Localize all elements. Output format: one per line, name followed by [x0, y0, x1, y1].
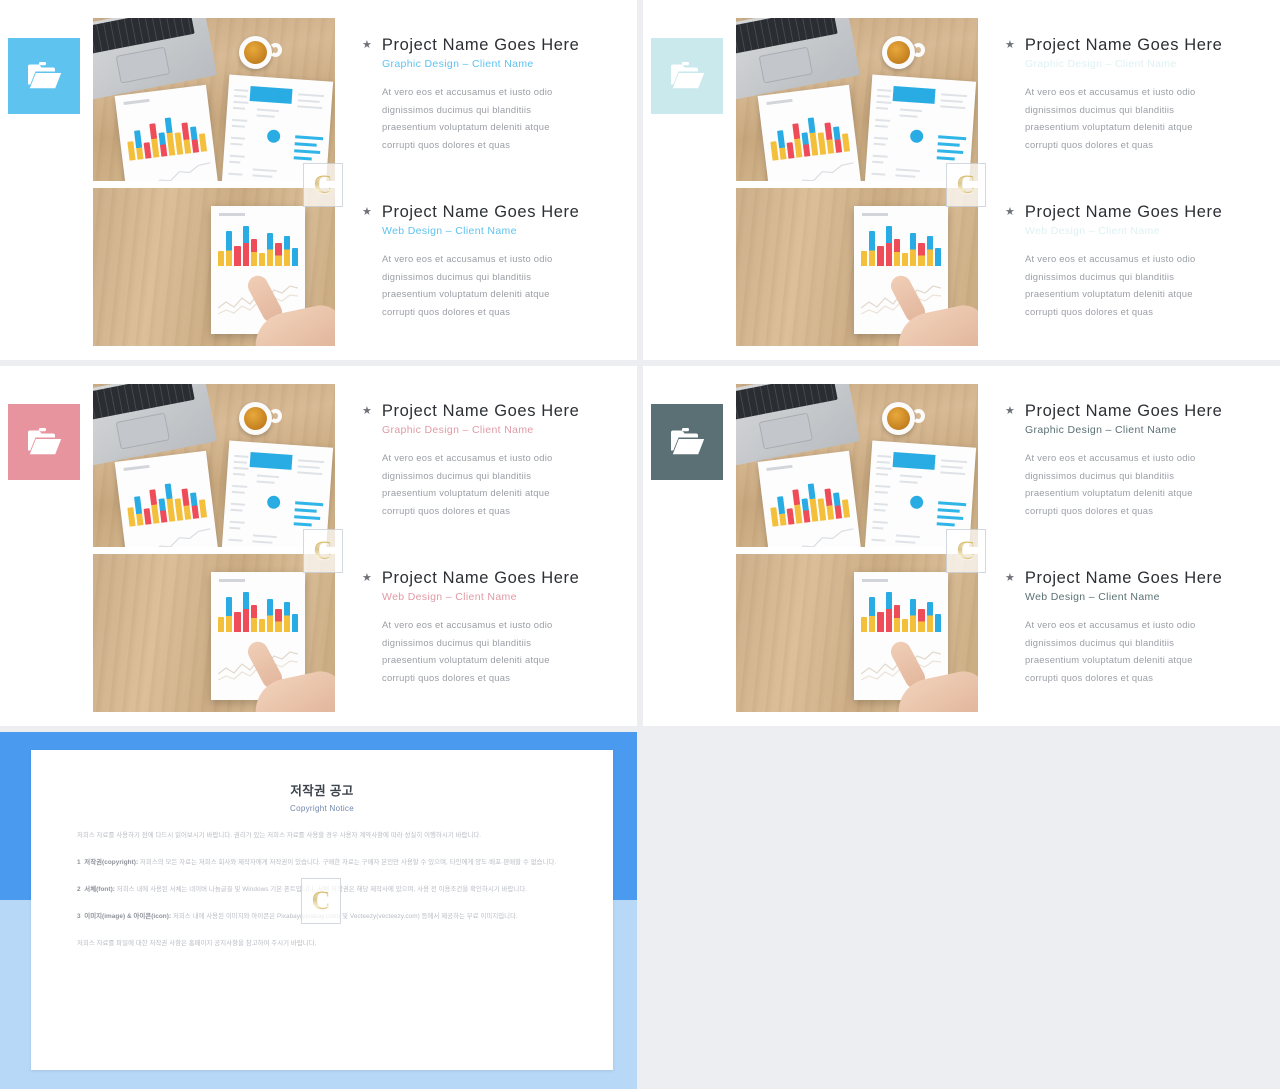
- portfolio-slide-top-right[interactable]: C ★ Project Name Goes Here Graphic Desig…: [643, 0, 1280, 360]
- project-body: At vero eos et accusamus et iusto odio d…: [1025, 452, 1196, 516]
- star-icon: ★: [362, 206, 372, 218]
- folder-icon: [671, 428, 705, 455]
- notice-section-number: 2: [77, 886, 81, 893]
- project-entry[interactable]: ★ Project Name Goes Here Graphic Design …: [362, 402, 624, 519]
- notice-section-number: 1: [77, 859, 81, 866]
- star-icon: ★: [1005, 206, 1015, 218]
- project-subtitle: Graphic Design – Client Name: [382, 58, 534, 71]
- project-title: Project Name Goes Here: [1024, 569, 1223, 587]
- project-photo-hand-chart: [736, 188, 978, 346]
- project-title: Project Name Goes Here: [1024, 203, 1223, 221]
- project-entry[interactable]: ★ Project Name Goes Here Graphic Design …: [1005, 402, 1267, 519]
- project-photo-hand-chart: [93, 554, 335, 712]
- star-icon: ★: [362, 572, 372, 584]
- project-body: At vero eos et accusamus et iusto odio d…: [382, 253, 553, 317]
- watermark-badge: C: [303, 163, 343, 207]
- notice-section-text: 저희스의 모든 자료는 저희스 회사와 제작자에게 저작권이 있습니다. 구매한…: [140, 859, 557, 866]
- notice-section-heading: 이미지(image) & 아이콘(icon): [84, 913, 169, 920]
- watermark-letter: C: [313, 536, 333, 565]
- project-body: At vero eos et accusamus et iusto odio d…: [1025, 619, 1196, 683]
- star-icon: ★: [1005, 572, 1015, 584]
- project-title: Project Name Goes Here: [1024, 402, 1223, 420]
- project-photo-desk: [93, 18, 335, 181]
- project-subtitle: Web Design – Client Name: [382, 591, 517, 604]
- watermark-letter: C: [956, 536, 976, 565]
- watermark-badge: C: [946, 529, 986, 573]
- notice-section: 1 저작권(copyright): 저희스의 모든 자료는 저희스 회사와 제작…: [77, 859, 557, 866]
- folder-tile-bottom-right[interactable]: [651, 404, 723, 480]
- notice-section-heading: 저작권(copyright): [84, 859, 136, 866]
- project-photo-hand-chart: [93, 188, 335, 346]
- portfolio-slide-bottom-right[interactable]: C ★ Project Name Goes Here Graphic Desig…: [643, 366, 1280, 726]
- portfolio-slide-bottom-left[interactable]: C ★ Project Name Goes Here Graphic Desig…: [0, 366, 637, 726]
- project-entry[interactable]: ★ Project Name Goes Here Web Design – Cl…: [1005, 569, 1267, 686]
- star-icon: ★: [362, 405, 372, 417]
- project-photo-desk: [736, 384, 978, 547]
- folder-tile-bottom-left[interactable]: [8, 404, 80, 480]
- project-subtitle: Graphic Design – Client Name: [1025, 424, 1177, 437]
- project-body: At vero eos et accusamus et iusto odio d…: [382, 619, 553, 683]
- project-body: At vero eos et accusamus et iusto odio d…: [382, 452, 553, 516]
- portfolio-slide-top-left[interactable]: C ★ Project Name Goes Here Graphic Desig…: [0, 0, 637, 360]
- notice-section-number: 3: [77, 913, 81, 920]
- project-body: At vero eos et accusamus et iusto odio d…: [1025, 253, 1196, 317]
- notice-section-text: 저희스 내에 사용된 이미지와 아이콘은 Pixabay(pixabay.com…: [172, 913, 518, 920]
- project-body: At vero eos et accusamus et iusto odio d…: [382, 86, 553, 150]
- slide-board: C ★ Project Name Goes Here Graphic Desig…: [0, 0, 1280, 1089]
- folder-icon: [671, 62, 705, 89]
- notice-closing: 저희스 자료를 파일에 대한 저작권 사항은 홈페이지 공지사항을 참고하여 주…: [77, 940, 317, 947]
- notice-subtitle: Copyright Notice: [290, 804, 354, 813]
- watermark-letter: C: [956, 170, 976, 199]
- project-subtitle: Web Design – Client Name: [382, 225, 517, 238]
- project-title: Project Name Goes Here: [381, 203, 580, 221]
- watermark-letter: C: [313, 170, 333, 199]
- folder-icon: [28, 428, 62, 455]
- watermark-badge: C: [946, 163, 986, 207]
- project-subtitle: Graphic Design – Client Name: [382, 424, 534, 437]
- project-title: Project Name Goes Here: [381, 36, 580, 54]
- notice-section-heading: 서체(font): [84, 886, 113, 893]
- star-icon: ★: [362, 39, 372, 51]
- project-photo-desk: [736, 18, 978, 181]
- star-icon: ★: [1005, 39, 1015, 51]
- project-entry[interactable]: ★ Project Name Goes Here Web Design – Cl…: [1005, 203, 1267, 320]
- project-entry[interactable]: ★ Project Name Goes Here Graphic Design …: [362, 36, 624, 153]
- notice-title: 저작권 공고: [290, 784, 354, 798]
- folder-tile-top-right[interactable]: [651, 38, 723, 114]
- project-body: At vero eos et accusamus et iusto odio d…: [1025, 86, 1196, 150]
- project-entry[interactable]: ★ Project Name Goes Here Web Design – Cl…: [362, 569, 624, 686]
- watermark-badge: C: [303, 529, 343, 573]
- folder-icon: [28, 62, 62, 89]
- project-subtitle: Web Design – Client Name: [1025, 225, 1160, 238]
- watermark-letter: C: [311, 886, 331, 915]
- notice-intro: 저희스 자료를 사용하기 전에 다드시 읽어보시기 바랍니다. 권리가 있는 저…: [77, 832, 482, 839]
- project-subtitle: Web Design – Client Name: [1025, 591, 1160, 604]
- project-entry[interactable]: ★ Project Name Goes Here Graphic Design …: [1005, 36, 1267, 153]
- project-entry[interactable]: ★ Project Name Goes Here Web Design – Cl…: [362, 203, 624, 320]
- watermark-badge: C: [301, 878, 341, 924]
- project-title: Project Name Goes Here: [381, 402, 580, 420]
- project-subtitle: Graphic Design – Client Name: [1025, 58, 1177, 71]
- project-photo-hand-chart: [736, 554, 978, 712]
- folder-tile-top-left[interactable]: [8, 38, 80, 114]
- project-title: Project Name Goes Here: [1024, 36, 1223, 54]
- star-icon: ★: [1005, 405, 1015, 417]
- project-photo-desk: [93, 384, 335, 547]
- project-title: Project Name Goes Here: [381, 569, 580, 587]
